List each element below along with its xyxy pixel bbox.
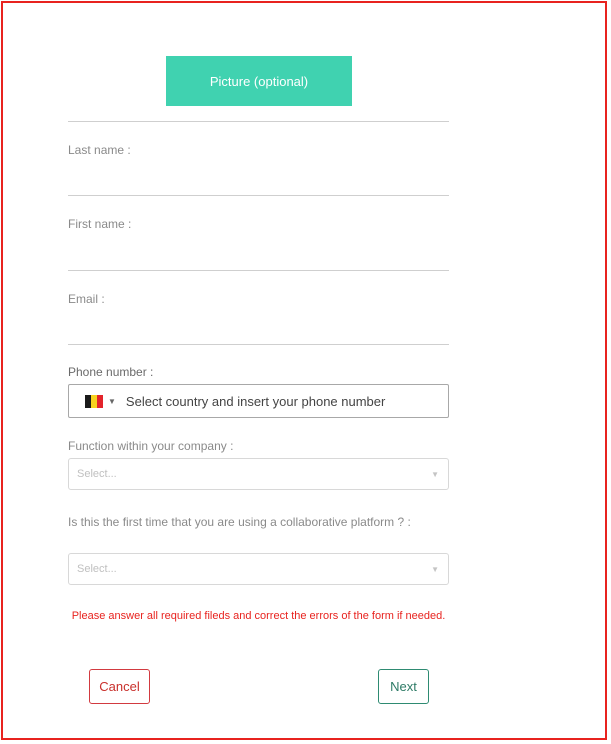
form-error-message: Please answer all required fileds and co…	[71, 610, 446, 622]
first-name-label: First name :	[68, 217, 132, 231]
section-divider	[68, 121, 449, 122]
belgium-flag-icon	[85, 394, 103, 408]
phone-number-field: ▼	[68, 384, 449, 418]
chevron-down-icon: ▼	[431, 564, 439, 574]
platform-label: Is this the first time that you are usin…	[68, 515, 411, 529]
platform-select[interactable]: Select... ▼	[68, 553, 449, 585]
function-label: Function within your company :	[68, 439, 234, 453]
last-name-input[interactable]	[68, 171, 449, 196]
country-selector[interactable]: ▼	[85, 394, 116, 408]
email-input[interactable]	[68, 320, 449, 345]
picture-upload-label: Picture (optional)	[209, 73, 309, 89]
function-select-value: Select...	[77, 468, 117, 480]
first-name-input[interactable]	[68, 246, 449, 271]
picture-upload-button[interactable]: Picture (optional)	[166, 56, 352, 106]
phone-number-label: Phone number :	[68, 365, 154, 379]
function-select[interactable]: Select... ▼	[68, 458, 449, 490]
chevron-down-icon: ▼	[431, 469, 439, 479]
cancel-button-label: Cancel	[99, 679, 140, 694]
last-name-label: Last name :	[68, 143, 131, 157]
email-label: Email :	[68, 292, 105, 306]
chevron-down-icon: ▼	[108, 396, 116, 406]
next-button-label: Next	[390, 679, 417, 694]
platform-select-value: Select...	[77, 563, 117, 575]
next-button[interactable]: Next	[378, 669, 429, 704]
phone-number-input[interactable]	[125, 393, 426, 409]
cancel-button[interactable]: Cancel	[89, 669, 150, 704]
